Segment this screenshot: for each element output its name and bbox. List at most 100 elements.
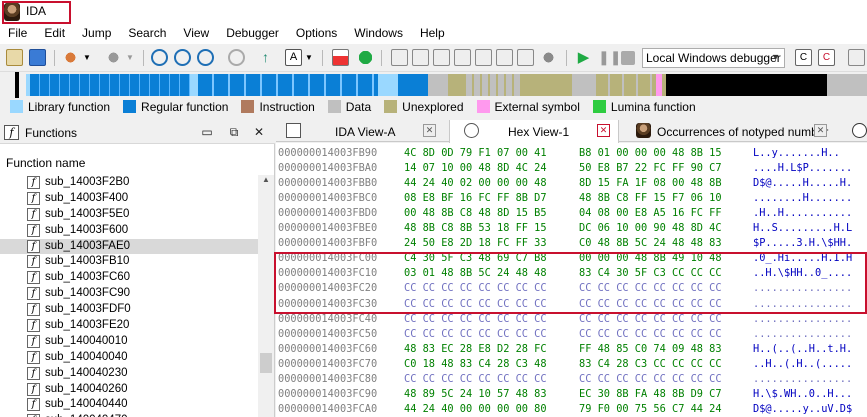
tab-ida-view-a[interactable]: IDA View-A ✕ (276, 120, 440, 142)
scroll-thumb[interactable] (260, 353, 272, 373)
tab-hex-view-1[interactable]: Hex View-1 ✕ (449, 120, 619, 143)
scroll-up-icon[interactable]: ▲ (258, 175, 274, 189)
function-list-item[interactable]: f sub_14003FDF0 (0, 302, 258, 318)
function-name-column-header[interactable]: Function name (0, 153, 260, 173)
lumina-icon[interactable] (357, 49, 374, 66)
navigation-bar[interactable] (26, 74, 867, 96)
menu-search[interactable]: Search (120, 24, 175, 44)
stop-process-icon[interactable] (621, 51, 635, 65)
function-list-item[interactable]: f sub_140040230 (0, 366, 258, 382)
tab-occurrences[interactable]: Occurrences of notyped number ✕ (628, 120, 842, 142)
text-search-icon[interactable] (174, 49, 191, 66)
navigation-band[interactable] (0, 72, 867, 98)
hex-bytes-high: 04 08 00 E8 A5 16 FC FF (579, 207, 722, 220)
hex-row[interactable]: 000000014003FC80 CC CC CC CC CC CC CC CC C… (276, 372, 867, 386)
hex-bytes-low: CC CC CC CC CC CC CC CC (404, 372, 547, 385)
menu-jump[interactable]: Jump (74, 24, 120, 44)
float-panel-icon[interactable]: ⧉ (226, 124, 242, 140)
imports-icon[interactable] (454, 49, 471, 66)
function-list-item[interactable]: f sub_140040260 (0, 382, 258, 398)
hex-row[interactable]: 000000014003FCA0 44 24 40 00 00 00 00 80 7… (276, 402, 867, 416)
functions-list: f sub_14003F2B0 f sub_14003F400 f sub_14003F5… (0, 175, 258, 417)
jump-up-icon[interactable]: ↑ (257, 49, 274, 66)
close-tab-icon[interactable]: ✕ (423, 124, 436, 137)
function-list-item[interactable]: f sub_14003FB10 (0, 254, 258, 270)
functions-panel-header: f Functions ▭ ⧉ ✕ (0, 120, 275, 144)
more-tabs-button[interactable] (848, 120, 867, 142)
function-list-item[interactable]: f sub_140040040 (0, 350, 258, 366)
hex-bytes-high: EC 30 8B FA 48 8B D9 C7 (579, 387, 722, 400)
hex-row[interactable]: 000000014003FBF0 24 50 E8 2D 18 FC FF 33 C… (276, 236, 867, 250)
function-list-item[interactable]: f sub_14003F5E0 (0, 207, 258, 223)
hex-bytes-high: 48 8B C8 FF 15 F7 06 10 (579, 192, 722, 205)
enums-icon[interactable] (412, 49, 429, 66)
globe-icon[interactable] (151, 49, 168, 66)
hex-ascii: .H..H........... (753, 207, 853, 220)
menu-help[interactable]: Help (412, 24, 454, 44)
names-icon[interactable] (496, 49, 513, 66)
function-list-item[interactable]: f sub_140040440 (0, 397, 258, 413)
legend-external-symbol: External symbol (476, 100, 580, 114)
functions-scrollbar[interactable]: ▲ (258, 175, 274, 417)
hex-row[interactable]: 000000014003FBB0 44 24 40 02 00 00 00 48 8… (276, 176, 867, 190)
legend-label: Regular function (141, 99, 229, 114)
hex-bytes-high: 8D 15 FA 1F 08 00 48 8B (579, 177, 722, 190)
forward-dropdown-icon[interactable]: ▼ (126, 53, 134, 70)
hex-row[interactable]: 000000014003FC90 48 89 5C 24 10 57 48 83 E… (276, 387, 867, 401)
menu-options[interactable]: Options (288, 24, 346, 44)
toolbar-separator (381, 50, 382, 66)
hex-row[interactable]: 000000014003FBE0 48 8B C8 8B 53 18 FF 15 D… (276, 221, 867, 235)
breakpoint-icon[interactable] (332, 49, 349, 66)
debugger-options-icon[interactable]: C (795, 49, 812, 66)
add-icon[interactable] (228, 49, 245, 66)
function-icon: f (27, 191, 40, 205)
segments-icon[interactable] (433, 49, 450, 66)
hex-address: 000000014003FBC0 (278, 192, 378, 205)
hex-row[interactable]: 000000014003FC50 CC CC CC CC CC CC CC CC C… (276, 327, 867, 341)
menu-view[interactable]: View (175, 24, 218, 44)
function-list-item[interactable]: f sub_14003FC90 (0, 286, 258, 302)
open-file-icon[interactable] (6, 49, 23, 66)
close-tab-icon[interactable]: ✕ (597, 124, 610, 137)
text-dropdown-icon[interactable]: ▼ (305, 53, 313, 70)
structures-icon[interactable] (391, 49, 408, 66)
back-dropdown-icon[interactable]: ▼ (83, 53, 91, 70)
function-list-item[interactable]: fsub_140040470 (0, 413, 258, 417)
start-process-icon[interactable]: ▶ (575, 49, 592, 66)
binary-search-icon[interactable] (197, 49, 214, 66)
detach-icon[interactable]: C (818, 49, 835, 66)
title-bar: IDA (0, 0, 867, 24)
strings-icon[interactable] (517, 49, 534, 66)
hex-row[interactable]: 000000014003FBC0 08 E8 BF 16 FC FF 8B D7 4… (276, 191, 867, 205)
debugger-select[interactable]: Local Windows debugger ▼ (642, 48, 785, 68)
legend-data: Data (327, 100, 371, 114)
hex-row[interactable]: 000000014003FC60 48 83 EC 28 E8 D2 28 FC F… (276, 342, 867, 356)
menu-file[interactable]: File (0, 24, 36, 44)
function-list-item[interactable]: f sub_140040010 (0, 334, 258, 350)
close-panel-icon[interactable]: ✕ (251, 124, 267, 140)
function-list-item[interactable]: f sub_14003FC60 (0, 270, 258, 286)
hex-row[interactable]: 000000014003FB90 4C 8D 0D 79 F1 07 00 41 B… (276, 146, 867, 160)
hex-row[interactable]: 000000014003FC70 C0 18 48 83 C4 28 C3 48 8… (276, 357, 867, 371)
hex-bytes-high: FF 48 85 C0 74 09 48 83 (579, 342, 722, 355)
save-icon[interactable] (29, 49, 46, 66)
function-list-item[interactable]: f sub_14003F600 (0, 223, 258, 239)
hex-row[interactable]: 000000014003FBA0 14 07 10 00 48 8D 4C 24 5… (276, 161, 867, 175)
maximize-panel-icon[interactable]: ▭ (199, 124, 215, 140)
function-list-item[interactable]: f sub_14003FAE0 (0, 238, 258, 255)
function-list-item[interactable]: f sub_14003FE20 (0, 318, 258, 334)
menu-debugger[interactable]: Debugger (218, 24, 288, 44)
graph-icon[interactable] (540, 49, 557, 66)
menu-windows[interactable]: Windows (346, 24, 412, 44)
forward-icon[interactable] (105, 49, 122, 66)
more-toolbar-icon[interactable] (848, 49, 865, 66)
back-icon[interactable] (62, 49, 79, 66)
exports-icon[interactable] (475, 49, 492, 66)
hex-row[interactable]: 000000014003FBD0 00 48 8B C8 48 8D 15 B5 0… (276, 206, 867, 220)
pause-process-icon[interactable]: ❚❚ (598, 49, 621, 66)
close-tab-icon[interactable]: ✕ (814, 124, 827, 137)
function-list-item[interactable]: f sub_14003F400 (0, 191, 258, 207)
function-list-item[interactable]: f sub_14003F2B0 (0, 175, 258, 191)
menu-edit[interactable]: Edit (36, 24, 74, 44)
text-icon[interactable]: A (285, 49, 302, 66)
